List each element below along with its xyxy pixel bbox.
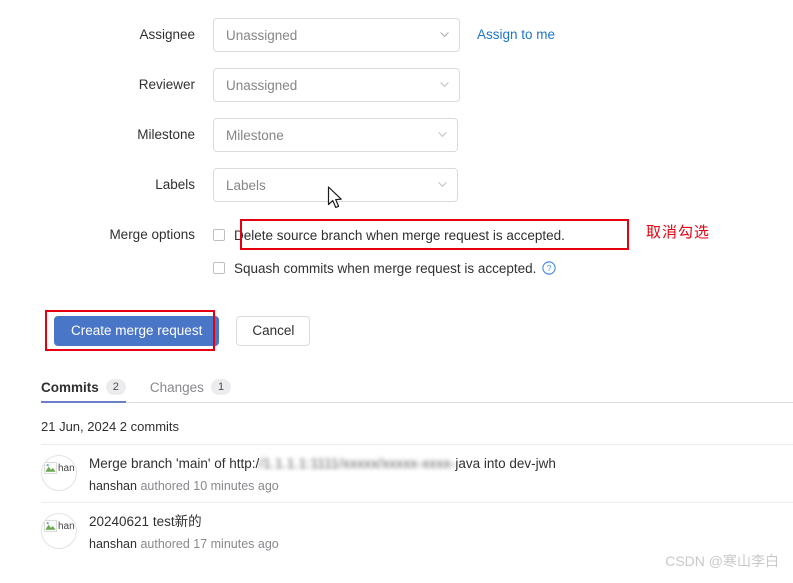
broken-image-icon: han <box>44 520 75 532</box>
commit-date-header: 21 Jun, 2024 2 commits <box>41 419 180 434</box>
labels-label: Labels <box>155 177 195 192</box>
tab-commits-count: 2 <box>105 379 126 395</box>
avatar: han <box>41 513 77 549</box>
squash-commits-checkbox[interactable] <box>213 262 225 274</box>
tab-changes-label: Changes <box>149 379 204 395</box>
tab-list: Commits 2 Changes 1 <box>41 372 793 403</box>
commit-title-prefix: 20240621 test新的 <box>89 514 202 529</box>
commit-meta: hanshan authored 10 minutes ago <box>89 478 556 495</box>
commit-timestamp: authored 17 minutes ago <box>140 537 279 551</box>
delete-source-branch-checkbox[interactable] <box>213 229 225 241</box>
reviewer-value: Unassigned <box>226 77 298 93</box>
commit-title-redacted: /1.1.1.1:1111/xxxxx/xxxxx-xxxx- <box>259 456 456 471</box>
merge-request-tabs: Commits 2 Changes 1 <box>41 372 793 403</box>
commit-title-prefix: Merge branch 'main' of http:/ <box>89 456 260 471</box>
avatar: han <box>41 455 77 491</box>
form-actions: Create merge request Cancel <box>54 316 311 346</box>
milestone-label: Milestone <box>137 127 195 142</box>
merge-request-form: Assignee Unassigned Assign to me Reviewe… <box>0 0 793 295</box>
squash-commits-option[interactable]: Squash commits when merge request is acc… <box>213 257 565 279</box>
broken-image-icon: han <box>44 462 75 474</box>
delete-source-branch-option[interactable]: Delete source branch when merge request … <box>213 224 565 246</box>
form-row-reviewer: Reviewer Unassigned <box>0 68 793 102</box>
annotation-note-uncheck: 取消勾选 <box>646 225 711 241</box>
labels-select[interactable]: Labels <box>213 168 458 202</box>
chevron-down-icon <box>438 180 447 189</box>
chevron-down-icon <box>440 30 449 39</box>
commit-timestamp: authored 10 minutes ago <box>140 479 279 493</box>
svg-text:?: ? <box>547 263 552 273</box>
tab-changes[interactable]: Changes 1 <box>149 372 232 402</box>
commit-text: Merge branch 'main' of http://1.1.1.1:11… <box>89 454 556 495</box>
commit-list: han Merge branch 'main' of http://1.1.1.… <box>41 444 793 560</box>
assign-to-me-link[interactable]: Assign to me <box>477 18 555 52</box>
merge-options-list: Delete source branch when merge request … <box>213 218 565 279</box>
avatar-alt-text: han <box>58 462 75 474</box>
commit-author[interactable]: hanshan <box>89 537 137 551</box>
delete-source-branch-text: Delete source branch when merge request … <box>234 227 565 243</box>
chevron-down-icon <box>438 130 447 139</box>
commit-title: 20240621 test新的 <box>89 513 279 531</box>
merge-options-label: Merge options <box>109 227 195 242</box>
chevron-down-icon <box>440 80 449 89</box>
reviewer-select[interactable]: Unassigned <box>213 68 460 102</box>
tab-commits[interactable]: Commits 2 <box>41 372 126 403</box>
commit-row[interactable]: han Merge branch 'main' of http://1.1.1.… <box>41 444 793 502</box>
milestone-value: Milestone <box>226 127 284 143</box>
csdn-watermark: CSDN @寒山李白 <box>665 553 779 569</box>
commit-text: 20240621 test新的 hanshan authored 17 minu… <box>89 512 279 553</box>
commit-meta: hanshan authored 17 minutes ago <box>89 536 279 553</box>
create-merge-request-button[interactable]: Create merge request <box>54 316 220 346</box>
form-row-labels: Labels Labels <box>0 168 793 202</box>
assignee-value: Unassigned <box>226 27 298 43</box>
form-row-milestone: Milestone Milestone <box>0 118 793 152</box>
labels-value: Labels <box>226 177 266 193</box>
assignee-select[interactable]: Unassigned <box>213 18 460 52</box>
form-row-assignee: Assignee Unassigned Assign to me <box>0 18 793 52</box>
squash-commits-text: Squash commits when merge request is acc… <box>234 260 537 276</box>
commit-title: Merge branch 'main' of http://1.1.1.1:11… <box>89 455 556 473</box>
commit-author[interactable]: hanshan <box>89 479 137 493</box>
help-question-icon[interactable]: ? <box>542 261 557 275</box>
reviewer-label: Reviewer <box>138 77 195 92</box>
milestone-select[interactable]: Milestone <box>213 118 458 152</box>
cancel-button[interactable]: Cancel <box>236 316 311 346</box>
tab-commits-label: Commits <box>41 379 99 395</box>
assignee-label: Assignee <box>139 27 195 42</box>
commit-title-suffix: java into dev-jwh <box>455 456 556 471</box>
avatar-alt-text: han <box>58 520 75 532</box>
tab-changes-count: 1 <box>210 379 232 395</box>
